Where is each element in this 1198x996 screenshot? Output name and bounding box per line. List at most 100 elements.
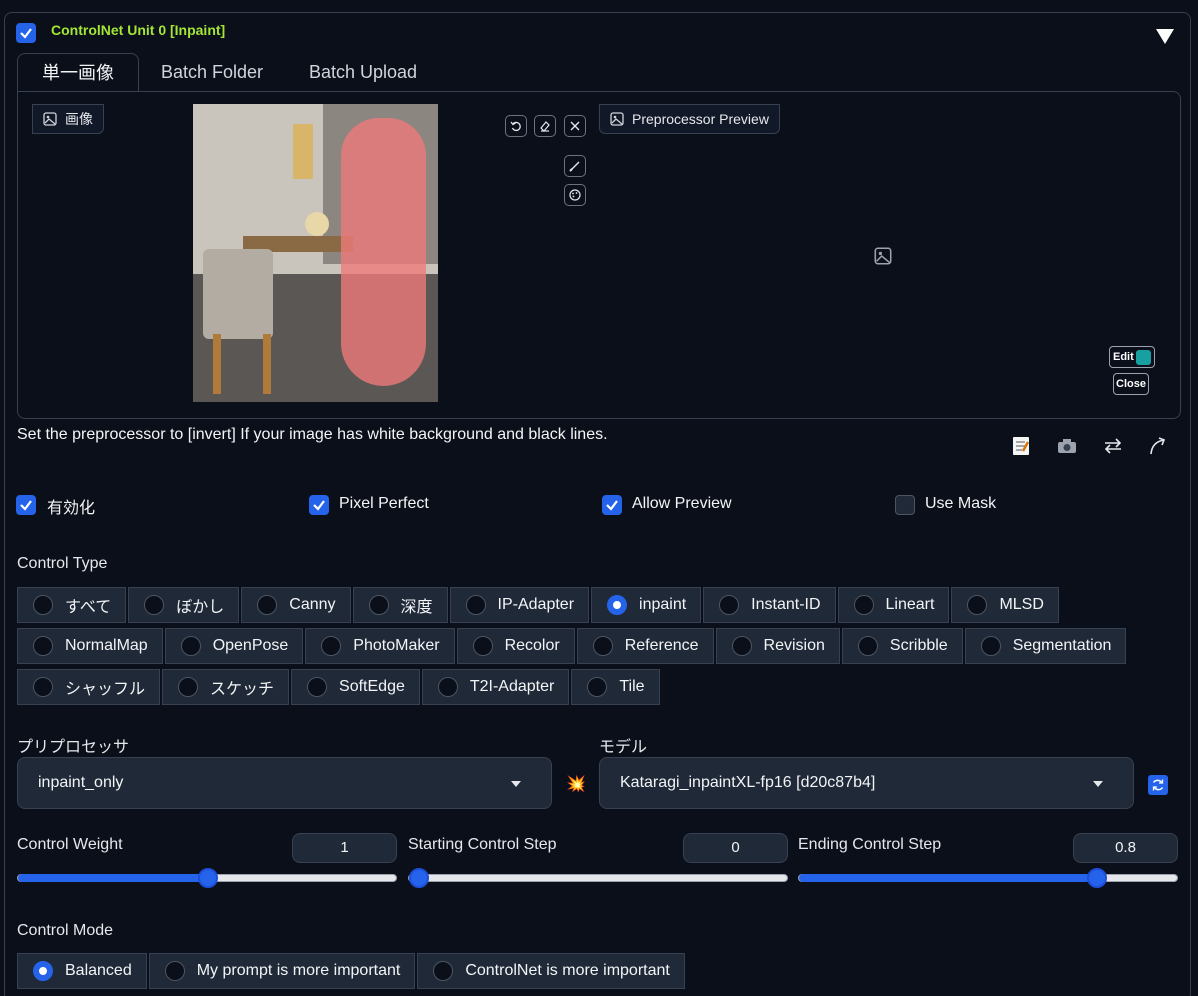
image-icon	[610, 112, 624, 126]
control-type-option[interactable]: PhotoMaker	[305, 628, 455, 664]
refresh-models-icon[interactable]	[1148, 775, 1168, 795]
edit-label: Edit	[1113, 351, 1134, 363]
control-type-option[interactable]: 深度	[352, 587, 448, 623]
control-mode-option[interactable]: Balanced	[17, 953, 147, 989]
control-type-option[interactable]: Tile	[571, 669, 660, 705]
preprocessor-value: inpaint_only	[38, 774, 124, 791]
preprocessor-dropdown[interactable]: inpaint_only	[17, 757, 552, 809]
control-type-label-text: MLSD	[999, 596, 1044, 613]
control-type-label-text: 深度	[400, 599, 433, 616]
radio-dot	[853, 595, 874, 615]
control-type-label-text: Segmentation	[1012, 637, 1112, 654]
radio-dot	[33, 677, 53, 697]
control-type-label-text: Instant-ID	[751, 596, 821, 613]
slider-track[interactable]	[17, 868, 397, 888]
control-mode-option[interactable]: ControlNet is more important	[417, 953, 685, 989]
control-type-option[interactable]: Scribble	[841, 628, 963, 664]
control-type-label-text: NormalMap	[65, 637, 148, 654]
control-type-label-text: Revision	[763, 637, 825, 654]
undo-icon[interactable]	[505, 115, 527, 137]
run-preprocessor-icon[interactable]: 💥	[566, 774, 586, 794]
control-type-option[interactable]: MLSD	[951, 587, 1059, 623]
radio-dot	[33, 961, 53, 981]
slider-number-input[interactable]: 0	[683, 833, 788, 863]
slider-thumb[interactable]	[409, 868, 429, 888]
slider-number-input[interactable]: 0.8	[1073, 833, 1178, 863]
control-type-option[interactable]: Instant-ID	[703, 587, 836, 623]
radio-dot	[731, 636, 752, 656]
control-type-option[interactable]: Reference	[576, 628, 714, 664]
control-type-option[interactable]: すべて	[17, 587, 127, 623]
control-type-option[interactable]: Recolor	[456, 628, 575, 664]
pixel-perfect-checkbox[interactable]	[309, 495, 329, 515]
swap-icon[interactable]	[1100, 433, 1126, 459]
memo-icon[interactable]	[1008, 433, 1034, 459]
slider-thumb[interactable]	[198, 868, 218, 888]
radio-dot	[178, 677, 199, 697]
slider-track[interactable]	[798, 868, 1178, 888]
use-mask-label: Use Mask	[925, 495, 997, 512]
model-dropdown[interactable]: Kataragi_inpaintXL-fp16 [d20c87b4]	[599, 757, 1134, 809]
brush-icon[interactable]	[564, 155, 586, 177]
control-type-option[interactable]: Canny	[241, 587, 351, 623]
control-type-label-text: Canny	[289, 596, 336, 613]
tab-single-image[interactable]: 単一画像	[17, 53, 139, 91]
control-type-option[interactable]: IP-Adapter	[449, 587, 590, 623]
tab-batch-folder[interactable]: Batch Folder	[151, 53, 273, 91]
control-type-option[interactable]: SoftEdge	[291, 669, 420, 705]
radio-dot	[180, 636, 201, 656]
enable-checkbox[interactable]	[16, 495, 36, 515]
camera-icon[interactable]	[1054, 433, 1080, 459]
control-type-label-text: IP-Adapter	[497, 596, 575, 613]
radio-dot	[437, 677, 458, 697]
collapse-triangle-icon[interactable]	[1156, 29, 1174, 44]
radio-dot	[164, 961, 185, 981]
chevron-down-icon	[511, 781, 521, 787]
control-type-option[interactable]: ぼかし	[128, 587, 240, 623]
chevron-down-icon	[1093, 781, 1103, 787]
preprocessor-hint: Set the preprocessor to [invert] If your…	[17, 426, 608, 443]
control-type-label-text: Reference	[624, 637, 699, 654]
use-mask-checkbox[interactable]	[895, 495, 915, 515]
slider-number-input[interactable]: 1	[292, 833, 397, 863]
close-label: Close	[1116, 378, 1146, 390]
model-label: モデル	[599, 739, 648, 756]
control-type-option[interactable]: T2I-Adapter	[421, 669, 570, 705]
unit-enable-checkbox[interactable]	[16, 23, 36, 43]
enable-label: 有効化	[47, 500, 96, 517]
tab-batch-upload[interactable]: Batch Upload	[295, 53, 431, 91]
controlnet-unit-panel: ControlNet Unit 0 [Inpaint] 単一画像 Batch F…	[4, 12, 1191, 996]
radio-dot	[607, 595, 628, 615]
control-type-label-text: ぼかし	[176, 599, 225, 616]
control-type-option[interactable]: OpenPose	[164, 628, 304, 664]
edit-button[interactable]: Edit	[1109, 346, 1155, 368]
control-type-option[interactable]: Revision	[715, 628, 840, 664]
slider-track[interactable]	[408, 868, 788, 888]
slider-label: Ending Control Step	[798, 836, 942, 853]
control-type-label-text: OpenPose	[212, 637, 289, 654]
eraser-icon[interactable]	[534, 115, 556, 137]
control-type-option[interactable]: Lineart	[837, 587, 950, 623]
radio-dot	[465, 595, 486, 615]
control-type-option[interactable]: Segmentation	[964, 628, 1127, 664]
slider-thumb[interactable]	[1087, 868, 1107, 888]
send-icon[interactable]	[1145, 433, 1171, 459]
control-mode-option[interactable]: My prompt is more important	[148, 953, 416, 989]
radio-dot	[980, 636, 1001, 656]
image-icon	[43, 112, 57, 126]
control-type-label-text: Scribble	[889, 637, 948, 654]
control-type-option[interactable]: スケッチ	[162, 669, 290, 705]
control-type-option[interactable]: inpaint	[591, 587, 702, 623]
control-mode-row: Balanced My prompt is more important Contr…	[17, 953, 685, 989]
control-type-option[interactable]: シャッフル	[17, 669, 161, 705]
control-mode-label-text: Balanced	[65, 962, 132, 979]
input-image[interactable]	[193, 104, 438, 402]
control-type-label-text: inpaint	[639, 596, 687, 613]
control-type-option[interactable]: NormalMap	[17, 628, 163, 664]
clear-icon[interactable]	[564, 115, 586, 137]
close-button[interactable]: Close	[1113, 373, 1149, 395]
slider-label: Starting Control Step	[408, 836, 557, 853]
allow-preview-checkbox[interactable]	[602, 495, 622, 515]
preprocessor-preview-chip: Preprocessor Preview	[599, 104, 780, 134]
palette-icon[interactable]	[564, 184, 586, 206]
